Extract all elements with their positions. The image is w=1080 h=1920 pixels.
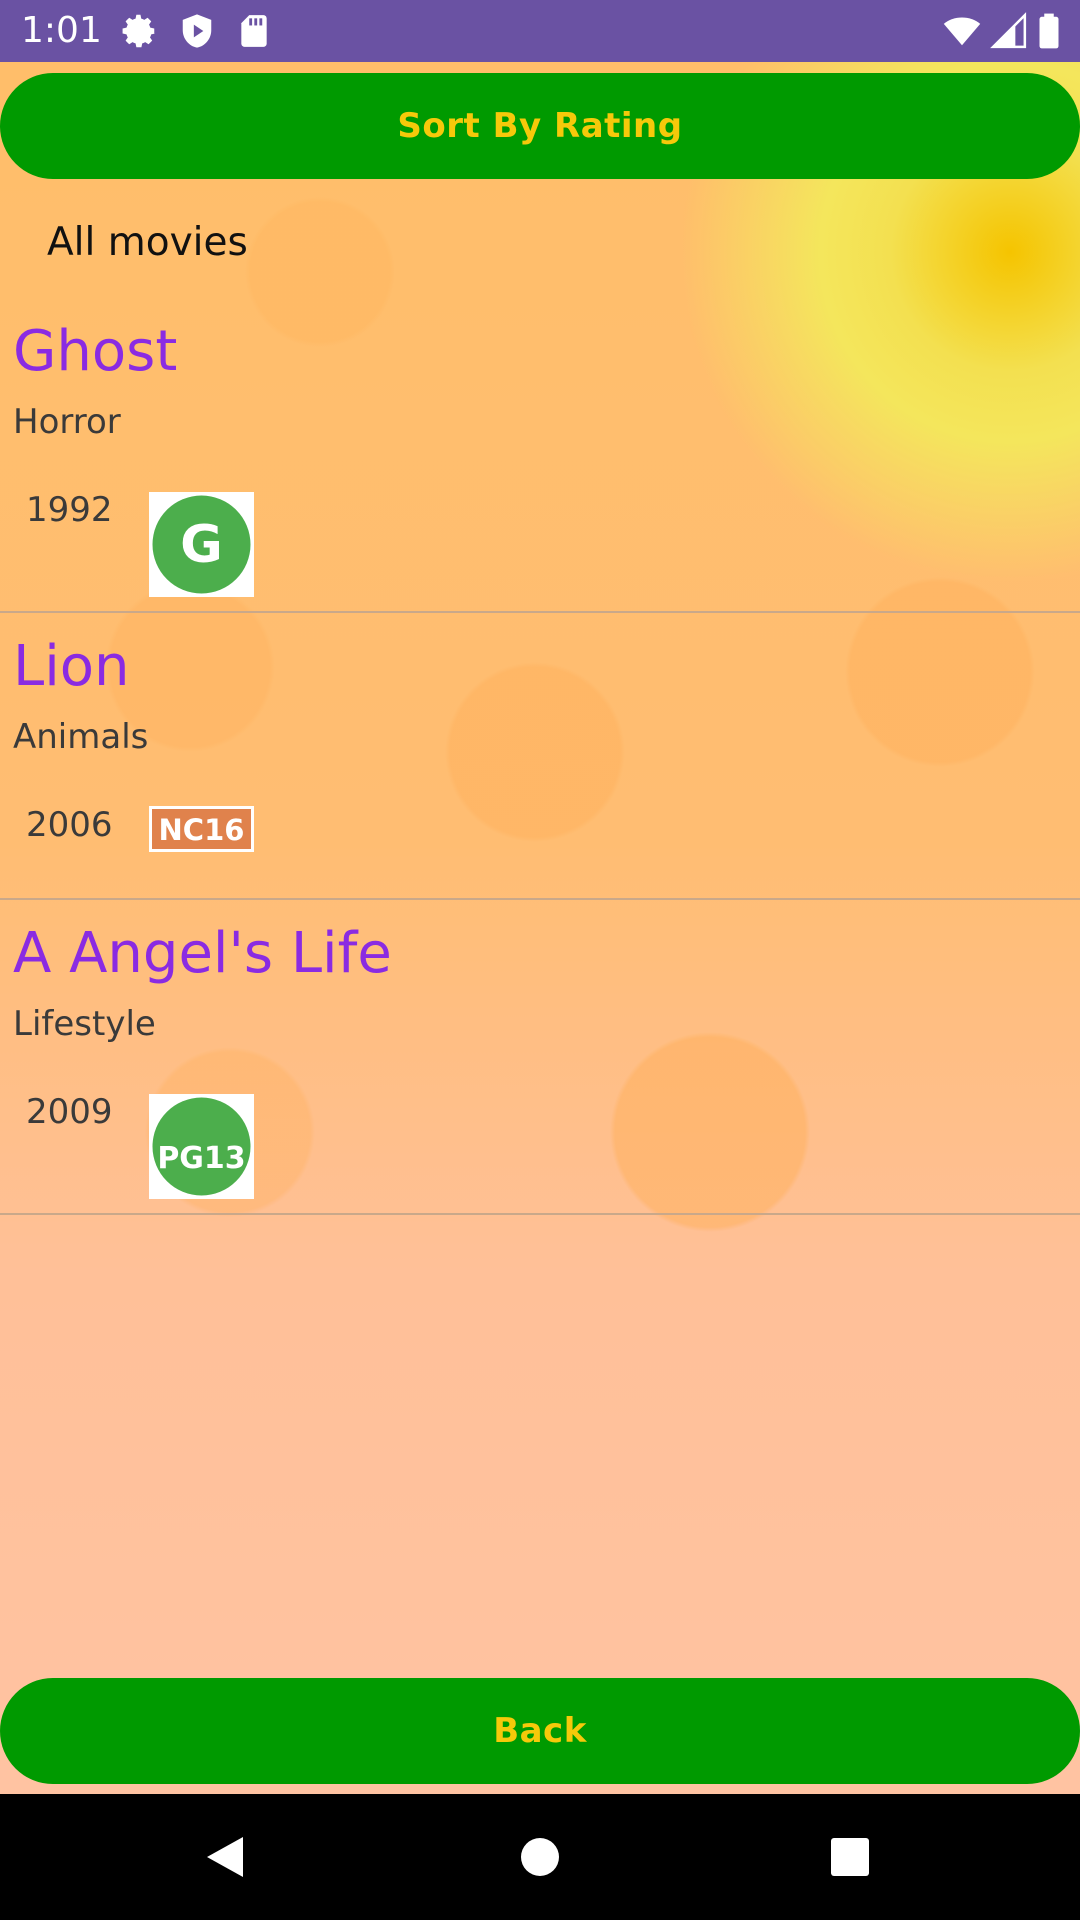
movie-year: 1992	[26, 490, 113, 530]
list-item[interactable]: A Angel's Life Lifestyle 2009 PG13	[0, 900, 1080, 1215]
sd-card-icon	[241, 15, 267, 47]
movie-list-screen: Sort By Rating All movies Ghost Horror 1…	[0, 62, 1080, 1794]
rating-pg13-badge-icon: PG13	[149, 1094, 254, 1199]
status-bar: 1:01	[0, 0, 1080, 62]
back-triangle-icon[interactable]	[195, 1827, 255, 1887]
list-header: All movies	[47, 220, 248, 265]
signal-icon	[990, 12, 1027, 49]
movie-genre: Animals	[13, 717, 149, 757]
home-circle-icon[interactable]	[510, 1827, 570, 1887]
movie-year: 2009	[26, 1092, 113, 1132]
navigation-bar	[0, 1794, 1080, 1920]
movie-genre: Lifestyle	[13, 1004, 156, 1044]
battery-icon	[1039, 13, 1059, 49]
rating-badge-text: G	[180, 515, 223, 575]
list-item[interactable]: Ghost Horror 1992 G	[0, 284, 1080, 613]
back-button[interactable]: Back	[0, 1678, 1080, 1784]
shield-icon	[182, 14, 212, 48]
movie-year: 2006	[26, 805, 113, 845]
rating-g-badge-icon: G	[149, 492, 254, 597]
rating-nc16-badge-icon: NC16	[149, 806, 254, 852]
rating-badge-text: PG13	[157, 1141, 245, 1176]
list-item[interactable]: Lion Animals 2006 NC16	[0, 613, 1080, 900]
movie-title: Lion	[13, 634, 130, 699]
movie-genre: Horror	[13, 402, 121, 442]
wifi-icon	[943, 17, 981, 46]
movie-title: A Angel's Life	[13, 921, 392, 986]
rating-badge-text: NC16	[159, 813, 245, 847]
gear-icon	[122, 14, 156, 48]
sort-by-rating-button[interactable]: Sort By Rating	[0, 73, 1080, 179]
status-time: 1:01	[21, 10, 102, 51]
recents-square-icon[interactable]	[820, 1827, 880, 1887]
movie-title: Ghost	[13, 319, 178, 384]
